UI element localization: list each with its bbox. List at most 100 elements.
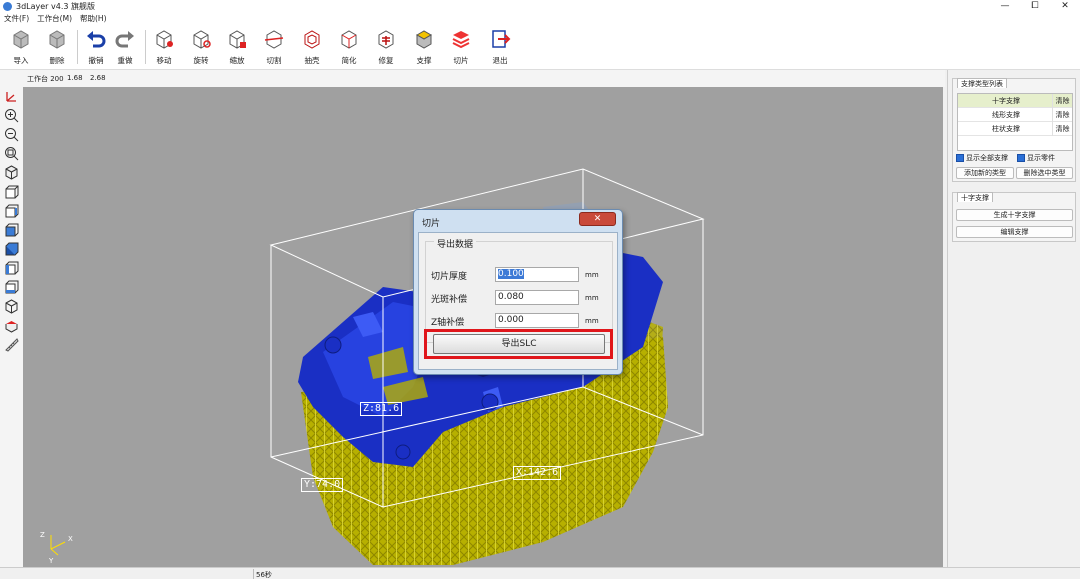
axis-triad: Z X Y [40,531,73,565]
dialog-title: 切片 [422,219,441,229]
spot-compensation-input[interactable]: 0.080 [495,290,579,305]
clear-support-button[interactable]: 清除 [1052,94,1072,108]
zoom-out-icon[interactable] [4,127,19,142]
cube-hollow-icon [304,30,320,49]
unit-label: mm [585,317,599,325]
title-bar: 3dLayer v4.3 旗舰版 — ⧠ ✕ [0,0,1080,13]
axis-icon[interactable] [4,89,19,104]
workbench-value-1: 1.68 [67,74,83,82]
slice-icon [452,31,470,49]
workbench-label: 工作台 200 [27,75,64,83]
support-icon [415,30,433,49]
support-type-row[interactable]: 线形支撑 清除 [958,108,1072,122]
cube-scale-icon [229,30,246,49]
svg-text:X: X [68,535,73,543]
unit-label: mm [585,294,599,302]
view-bottom-icon[interactable] [4,280,19,295]
redo-button[interactable]: 重做 [110,28,140,66]
support-button[interactable]: 支撑 [409,28,439,66]
show-parts-checkbox[interactable]: 显示零件 [1017,153,1055,163]
view-toolbar [0,87,23,567]
group-title: 导出数据 [434,237,477,250]
checkbox-checked-icon [1017,154,1025,162]
show-all-supports-checkbox[interactable]: 显示全部支撑 [956,153,1008,163]
svg-text:Y: Y [48,557,54,565]
status-bar: 56秒 [0,567,1080,579]
slice-thickness-input[interactable]: 0.100 [495,267,579,282]
z-compensation-input[interactable]: 0.000 [495,313,579,328]
slice-button[interactable]: 切片 [446,28,476,66]
zoom-in-icon[interactable] [4,108,19,123]
view-top-icon[interactable] [4,261,19,276]
z-compensation-label: Z轴补偿 [431,318,465,328]
clear-support-button[interactable]: 清除 [1052,108,1072,122]
view-right-icon[interactable] [4,242,19,257]
import-button[interactable]: 导入 [6,28,36,66]
workbench-value-2: 2.68 [90,74,106,82]
unit-label: mm [585,271,599,279]
undo-icon [87,31,106,48]
scale-button[interactable]: 缩放 [222,28,252,66]
minimize-button[interactable]: — [990,0,1020,13]
cube-delete-icon [49,30,65,49]
dimension-x: X:142.6 [513,466,562,480]
spot-compensation-label: 光斑补偿 [431,295,468,305]
view-iso-icon[interactable] [4,165,19,180]
exit-icon [492,30,511,48]
dimension-z: Z:81.6 [360,402,403,416]
app-icon [3,2,12,11]
cube-cut-icon [264,30,284,49]
view-back-icon[interactable] [4,204,19,219]
support-type-row[interactable]: 十字支撑 清除 [958,94,1072,108]
window-title: 3dLayer v4.3 旗舰版 [16,2,96,11]
rotate-button[interactable]: 旋转 [186,28,216,66]
workbench-info-bar: 工作台 200 1.68 2.68 [0,70,945,87]
menu-workbench[interactable]: 工作台(M) [37,13,72,24]
delete-type-button[interactable]: 删除选中类型 [1016,167,1073,179]
redo-icon [115,31,134,48]
dialog-close-button[interactable]: ✕ [579,212,616,226]
cube-import-icon [13,30,29,49]
cross-support-tab[interactable]: 十字支撑 [957,192,993,202]
menu-file[interactable]: 文件(F) [4,13,29,24]
section-view-icon[interactable] [4,318,19,333]
support-panel: 支撑类型列表 十字支撑 清除 线形支撑 清除 柱状支撑 清除 显示全部支撑 显示… [947,70,1080,567]
exit-button[interactable]: 退出 [485,28,515,66]
support-types-tab[interactable]: 支撑类型列表 [957,78,1007,88]
dimension-y: Y:74.0 [301,478,344,492]
repair-button[interactable]: 修复 [371,28,401,66]
zoom-fit-icon[interactable] [4,146,19,161]
cube-rotate-icon [193,30,211,49]
toolbar: 导入 删除 撤销 重做 移动 旋转 缩放 切割 抽壳 简化 修复 支撑 切片 退… [0,24,1080,70]
undo-button[interactable]: 撤销 [81,28,111,66]
delete-button[interactable]: 删除 [42,28,72,66]
support-type-row[interactable]: 柱状支撑 清除 [958,122,1072,136]
clear-support-button[interactable]: 清除 [1052,122,1072,136]
measure-ruler-icon[interactable] [4,337,19,352]
support-types-list: 十字支撑 清除 线形支撑 清除 柱状支撑 清除 [957,93,1073,151]
svg-text:Z: Z [40,531,45,539]
maximize-button[interactable]: ⧠ [1020,0,1050,13]
cube-simplify-icon [341,30,357,49]
checkbox-checked-icon [956,154,964,162]
slice-thickness-label: 切片厚度 [431,272,468,282]
cut-button[interactable]: 切割 [259,28,289,66]
view-left-icon[interactable] [4,223,19,238]
wireframe-icon[interactable] [4,299,19,314]
move-button[interactable]: 移动 [149,28,179,66]
add-type-button[interactable]: 添加新的类型 [956,167,1014,179]
edit-support-button[interactable]: 编辑支撑 [956,226,1073,238]
close-button[interactable]: ✕ [1050,0,1080,13]
menu-help[interactable]: 帮助(H) [80,13,107,24]
status-time: 56秒 [256,571,272,579]
cube-move-icon [156,30,173,49]
generate-cross-support-button[interactable]: 生成十字支撑 [956,209,1073,221]
cube-repair-icon [378,30,394,49]
view-front-icon[interactable] [4,185,19,200]
cross-support-group: 十字支撑 生成十字支撑 编辑支撑 [952,192,1076,242]
support-types-group: 支撑类型列表 十字支撑 清除 线形支撑 清除 柱状支撑 清除 显示全部支撑 显示… [952,78,1076,182]
highlight-annotation [424,329,613,359]
hollow-button[interactable]: 抽壳 [297,28,327,66]
menu-bar: 文件(F) 工作台(M) 帮助(H) [0,13,1080,24]
simplify-button[interactable]: 简化 [334,28,364,66]
